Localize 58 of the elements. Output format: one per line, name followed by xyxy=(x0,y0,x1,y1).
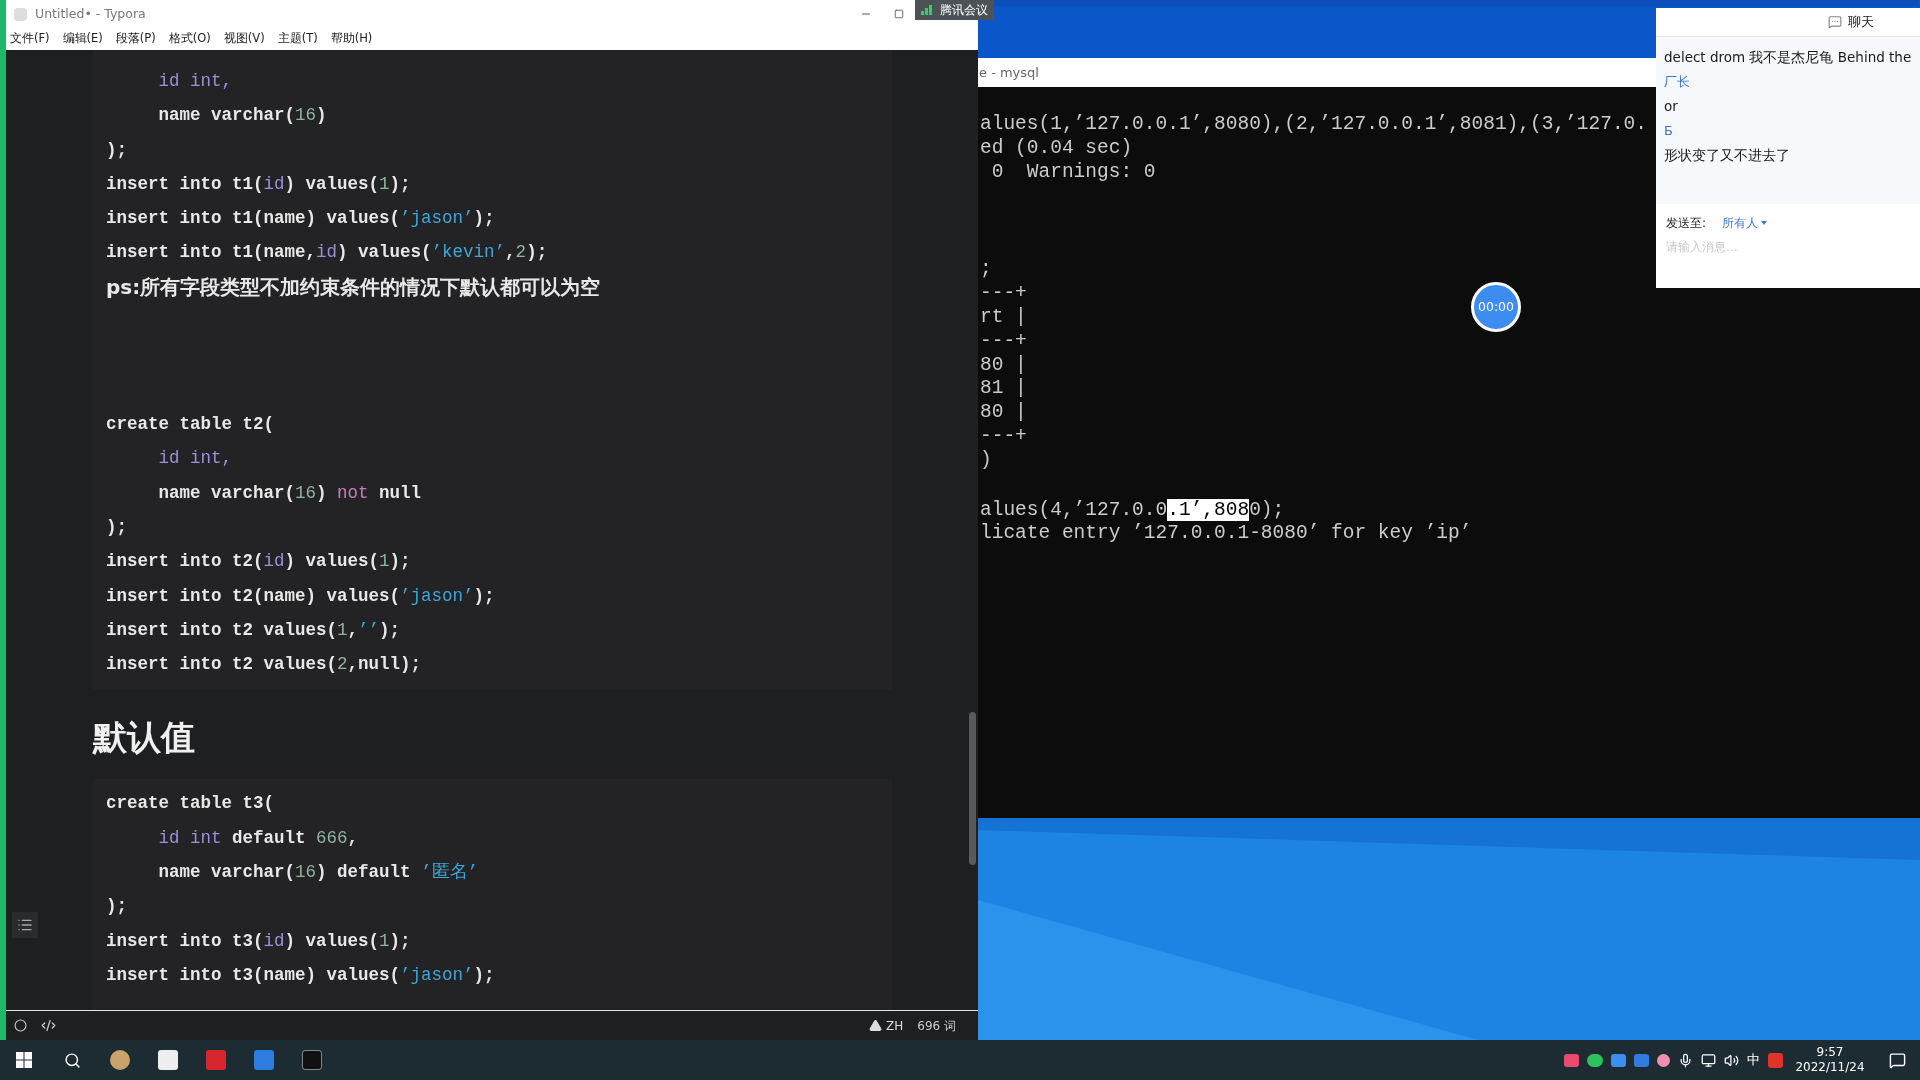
code-line: insert into t1(name) values(’jason’); xyxy=(106,207,495,231)
code-line: name varchar(16) not null xyxy=(157,481,422,505)
note-line: ps:所有字段类型不加约束条件的情况下默认都可以为空 xyxy=(106,273,601,301)
code-line: create table t3( xyxy=(106,792,275,816)
window-title: Untitled• - Typora xyxy=(35,4,146,23)
code-line: insert into t1(name,id) values(’kevin’,2); xyxy=(106,241,548,265)
code-line: insert into t2 values(2,null); xyxy=(106,653,422,677)
terminal-line: ---+ xyxy=(980,329,1027,354)
chat-message: delect drom 我不是杰尼龟 Behind the xyxy=(1664,48,1912,67)
sender-name: Б xyxy=(1664,122,1673,140)
send-to-label: 发送至: xyxy=(1666,215,1707,232)
terminal-line: ed (0.04 sec) xyxy=(980,136,1133,161)
code-line: insert into t2(id) values(1); xyxy=(106,550,411,574)
code-line: id int, xyxy=(157,70,233,93)
code-line: insert into t3(name) values(’jason’); xyxy=(106,963,495,987)
recipient-dropdown[interactable]: 所有人 xyxy=(1722,214,1768,232)
terminal-line: 0 Warnings: 0 xyxy=(990,160,1156,185)
input-method-indicator[interactable]: 中 xyxy=(1747,1050,1760,1070)
code-line: id int default 666, xyxy=(157,826,359,850)
menu-item[interactable]: 文件(F) xyxy=(10,30,50,48)
code-line: ); xyxy=(106,138,127,162)
code-line: name varchar(16) default ’匿名’ xyxy=(157,861,479,885)
section-heading: 默认值 xyxy=(93,716,195,760)
terminal-line: alues(4,’127.0.0.1’,8080); xyxy=(980,498,1285,523)
terminal-line: licate entry ’127.0.0.1-8080’ for key ’ip’ xyxy=(980,522,1472,547)
chat-title: 聊天 xyxy=(1848,12,1874,31)
terminal-title: e - mysql xyxy=(979,63,1039,82)
clock[interactable]: 9:57 2022/11/24 xyxy=(1791,1045,1869,1075)
menu-item[interactable]: 段落(P) xyxy=(115,30,156,48)
code-line: insert into t2 values(1,’’); xyxy=(106,618,401,642)
code-line: insert into t3(id) values(1); xyxy=(106,929,411,953)
terminal-line: ) xyxy=(980,448,992,473)
terminal-line: ---+ xyxy=(980,282,1027,306)
code-line: ); xyxy=(106,895,127,919)
terminal-line: ; xyxy=(980,258,992,283)
code-line: insert into t1(id) values(1); xyxy=(106,172,411,196)
terminal-line: 80 | xyxy=(980,401,1027,425)
terminal-line: rt | xyxy=(980,306,1027,330)
chat-message: 形状变了又不进去了 xyxy=(1664,146,1790,165)
menu-item[interactable]: 帮助(H) xyxy=(330,30,373,48)
menu-item[interactable]: 格式(O) xyxy=(168,30,211,48)
code-line: id int, xyxy=(157,447,233,471)
menu-item[interactable]: 编辑(E) xyxy=(62,30,103,48)
terminal-line: alues(1,’127.0.0.1’,8080),(2,’127.0.0.1’,8081),(3,’127.0. xyxy=(980,113,1647,137)
meeting-badge[interactable]: 腾讯会议 xyxy=(915,0,994,20)
menu-item[interactable]: 视图(V) xyxy=(223,30,265,48)
language-indicator[interactable]: ZH xyxy=(886,1016,904,1035)
menu-item[interactable]: 主题(T) xyxy=(277,30,318,48)
code-line: insert into t2(name) values(’jason’); xyxy=(106,584,495,608)
sender-name: 厂长 xyxy=(1664,73,1690,91)
terminal-line: 80 | xyxy=(980,353,1027,378)
code-line: name varchar(16) xyxy=(157,104,327,128)
terminal-line: ---+ xyxy=(980,424,1027,449)
chat-message: or xyxy=(1664,97,1678,116)
terminal-line: 81 | xyxy=(980,377,1027,402)
code-line: ); xyxy=(106,515,127,539)
code-line: create table t2( xyxy=(106,413,275,437)
word-count[interactable]: 696 词 xyxy=(917,1016,956,1035)
